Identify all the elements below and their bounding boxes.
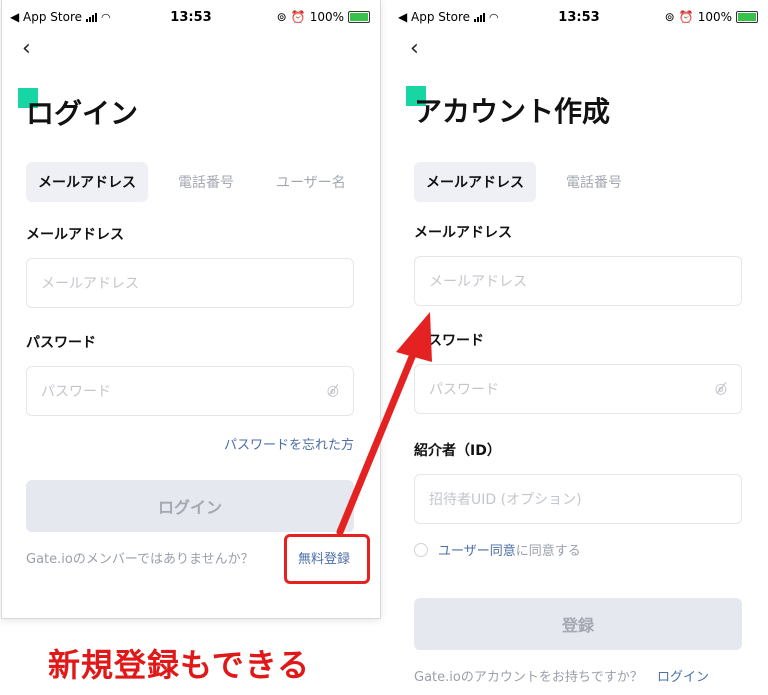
referrer-label: 紹介者（ID） — [414, 443, 501, 459]
signup-tabs: メールアドレス 電話番号 — [414, 162, 634, 202]
referrer-placeholder: 招待者UID (オプション) — [429, 492, 582, 508]
password-field[interactable]: パスワード ◎̸ — [414, 364, 742, 414]
signup-screen: ◀ App Store ◠ 13:53 ⊚ ⏰ 100% ‹ アカウント作成 メ… — [390, 0, 768, 695]
lock-rotation-icon: ⊚ — [664, 10, 675, 24]
password-label: パスワード — [26, 335, 96, 351]
tab-phone[interactable]: 電話番号 — [166, 162, 246, 202]
not-member-text: Gate.ioのメンバーではありませんか？ — [26, 552, 254, 567]
login-link[interactable]: ログイン — [657, 670, 709, 685]
tab-email[interactable]: メールアドレス — [414, 162, 536, 202]
agree-suffix: に同意する — [515, 544, 581, 559]
email-label: メールアドレス — [414, 225, 512, 241]
page-title: アカウント作成 — [414, 95, 611, 128]
status-bar: ◀ App Store ◠ 13:53 ⊚ ⏰ 100% — [390, 6, 768, 28]
email-placeholder: メールアドレス — [429, 274, 527, 290]
eye-off-icon[interactable]: ◎̸ — [327, 383, 339, 399]
email-placeholder: メールアドレス — [41, 276, 139, 292]
battery-icon — [736, 11, 758, 23]
tab-username[interactable]: ユーザー名 — [264, 162, 358, 202]
battery-icon — [348, 11, 370, 23]
password-placeholder: パスワード — [429, 382, 499, 398]
eye-off-icon[interactable]: ◎̸ — [715, 381, 727, 397]
email-field[interactable]: メールアドレス — [26, 258, 354, 308]
register-link[interactable]: 無料登録 — [298, 548, 350, 567]
alarm-icon: ⏰ — [678, 10, 694, 24]
login-button[interactable]: ログイン — [26, 480, 354, 532]
email-label: メールアドレス — [26, 227, 124, 243]
alarm-icon: ⏰ — [290, 10, 306, 24]
battery-percent: 100% — [697, 10, 732, 24]
email-field[interactable]: メールアドレス — [414, 256, 742, 306]
register-button[interactable]: 登録 — [414, 598, 742, 650]
login-screen: ◀ App Store ◠ 13:53 ⊚ ⏰ 100% ‹ ログイン メールア… — [2, 0, 380, 618]
agree-radio[interactable] — [414, 542, 428, 557]
password-label: パスワード — [414, 333, 484, 349]
password-field[interactable]: パスワード ◎̸ — [26, 366, 354, 416]
referrer-field[interactable]: 招待者UID (オプション) — [414, 474, 742, 524]
back-chevron-icon[interactable]: ‹ — [410, 36, 419, 61]
agreement-row: ユーザー同意に同意する — [414, 540, 581, 559]
tab-email[interactable]: メールアドレス — [26, 162, 148, 202]
tab-phone[interactable]: 電話番号 — [554, 162, 634, 202]
forgot-password-link[interactable]: パスワードを忘れた方 — [224, 434, 354, 453]
password-placeholder: パスワード — [41, 384, 111, 400]
status-bar: ◀ App Store ◠ 13:53 ⊚ ⏰ 100% — [2, 6, 380, 28]
page-title: ログイン — [26, 97, 139, 130]
login-tabs: メールアドレス 電話番号 ユーザー名 — [26, 162, 358, 202]
battery-percent: 100% — [309, 10, 344, 24]
annotation-caption: 新規登録もできる — [48, 646, 311, 684]
back-chevron-icon[interactable]: ‹ — [22, 36, 31, 61]
user-agreement-link[interactable]: ユーザー同意 — [438, 544, 516, 559]
lock-rotation-icon: ⊚ — [276, 10, 287, 24]
have-account-text: Gate.ioのアカウントをお持ちですか？ — [414, 670, 643, 685]
